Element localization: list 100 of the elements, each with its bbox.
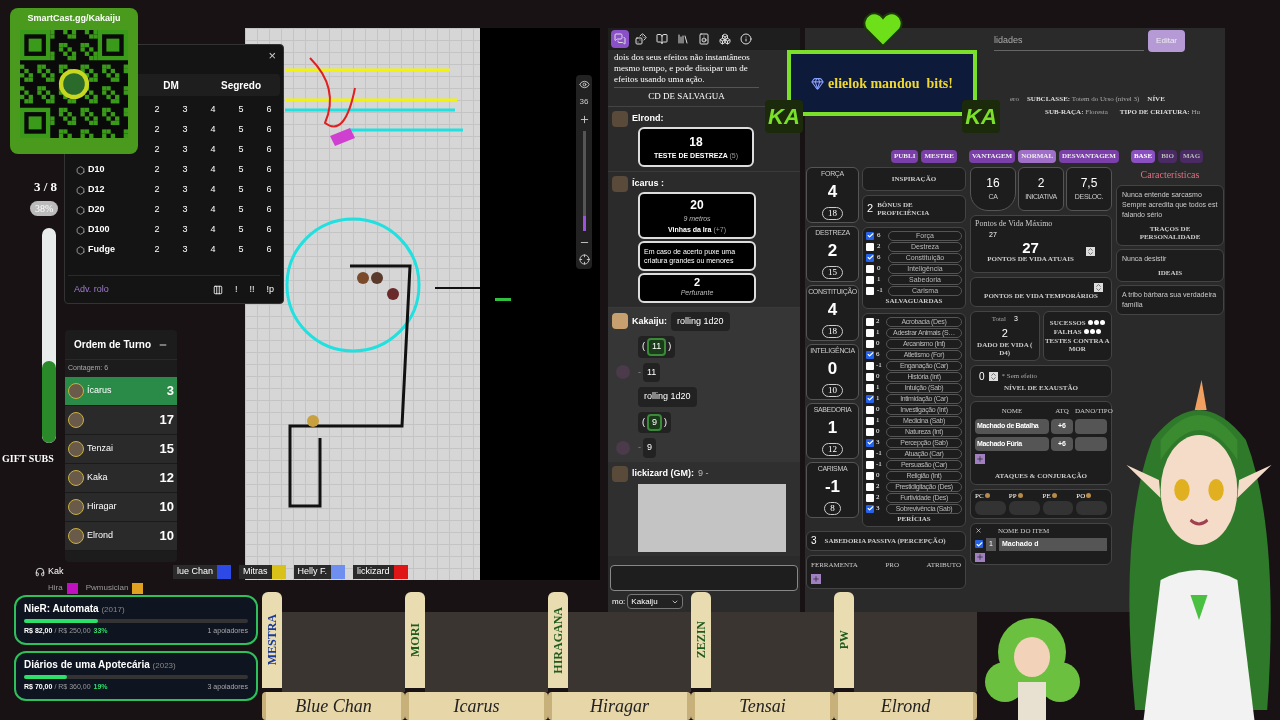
speak-as-select[interactable]: Kakaiju (627, 594, 684, 609)
dice-count-button[interactable]: 4 (199, 223, 227, 237)
dice-count-button[interactable]: 2 (143, 183, 171, 197)
turn-entry[interactable]: Elrond 10 (65, 521, 177, 551)
spinner-icon[interactable] (1085, 247, 1095, 256)
dice-count-button[interactable]: 2 (143, 243, 171, 257)
dice-count-button[interactable]: 4 (199, 183, 227, 197)
dice-count-button[interactable]: 6 (255, 163, 283, 177)
crosshair-icon[interactable] (578, 254, 590, 265)
damage-total: 2 (693, 277, 701, 288)
checkbox[interactable] (866, 383, 874, 392)
dice-count-button[interactable]: 2 (143, 103, 171, 117)
roll-command: rolling 1d20 (671, 311, 730, 331)
dice-count-button[interactable]: 3 (171, 103, 199, 117)
dice-count-button[interactable]: 3 (171, 243, 199, 257)
turn-entry[interactable]: Ícarus 3 (65, 376, 177, 406)
checkbox[interactable] (866, 449, 874, 458)
dice-count-button[interactable]: 6 (255, 183, 283, 197)
dice-count-button[interactable]: 4 (199, 163, 227, 177)
modifier-button[interactable]: !! (249, 282, 255, 297)
checkbox[interactable] (866, 231, 874, 240)
checkbox[interactable] (866, 504, 874, 513)
dice-count-button[interactable]: 6 (255, 103, 283, 117)
dice-count-button[interactable]: 5 (227, 223, 255, 237)
modifier-button[interactable]: ! (234, 282, 238, 297)
checkbox[interactable] (866, 242, 874, 251)
checkbox[interactable] (866, 275, 874, 284)
dice-count-button[interactable]: 5 (227, 243, 255, 257)
dice-count-button[interactable]: 6 (255, 123, 283, 137)
dice-count-button[interactable]: 5 (227, 123, 255, 137)
checkbox[interactable] (866, 405, 874, 414)
checkbox[interactable] (866, 350, 874, 359)
dice-count-button[interactable]: 5 (227, 103, 255, 117)
checkbox[interactable] (975, 540, 983, 549)
checkbox[interactable] (866, 471, 874, 480)
checkbox[interactable] (866, 427, 874, 436)
coin-icon (1017, 493, 1023, 498)
checkbox[interactable] (866, 328, 874, 337)
sidebar-tab[interactable] (632, 30, 650, 48)
checkbox[interactable] (866, 482, 874, 491)
checkbox[interactable] (866, 438, 874, 447)
checkbox[interactable] (866, 493, 874, 502)
dice-count-button[interactable]: 5 (227, 203, 255, 217)
modifier-button[interactable]: !p (266, 282, 274, 297)
dice-count-button[interactable]: 6 (255, 223, 283, 237)
dice-count-button[interactable]: 4 (199, 103, 227, 117)
close-button[interactable]: × (268, 49, 276, 62)
turn-entry[interactable]: Kaka 12 (65, 463, 177, 493)
checkbox[interactable] (866, 286, 874, 295)
checkbox[interactable] (866, 339, 874, 348)
dice-count-button[interactable]: 6 (255, 203, 283, 217)
dice-count-button[interactable]: 3 (171, 123, 199, 137)
dice-count-button[interactable]: 4 (199, 203, 227, 217)
save-dc-label: CD DE SALVAGUA (614, 87, 759, 106)
avatar-icon (68, 527, 84, 544)
checkbox[interactable] (866, 372, 874, 381)
dice-count-button[interactable]: 6 (255, 243, 283, 257)
dice-count-button[interactable]: 4 (199, 143, 227, 157)
dice-count-button[interactable]: 3 (171, 183, 199, 197)
checkbox[interactable] (866, 253, 874, 262)
checkbox[interactable] (866, 460, 874, 469)
turn-name: Tenzai (87, 441, 113, 455)
dice-count-button[interactable]: 3 (171, 223, 199, 237)
checkbox[interactable] (866, 264, 874, 273)
dice-count-button[interactable]: 5 (227, 163, 255, 177)
turn-entry[interactable]: Tenzai 15 (65, 434, 177, 464)
turn-entry[interactable]: 17 (65, 405, 177, 435)
dice-count-button[interactable]: 6 (255, 143, 283, 157)
dice-count-button[interactable]: 4 (199, 243, 227, 257)
dice-count-button[interactable]: 3 (171, 203, 199, 217)
dice-count-button[interactable]: 2 (143, 163, 171, 177)
damage-field[interactable] (1075, 419, 1107, 434)
die-result: 9 (647, 413, 662, 431)
dice-count-button[interactable]: 5 (227, 143, 255, 157)
eye-icon[interactable] (578, 79, 590, 90)
checkbox[interactable] (866, 317, 874, 326)
sidebar-tab[interactable] (737, 30, 755, 48)
dice-count-button[interactable]: 3 (171, 163, 199, 177)
dice-count-button[interactable]: 2 (143, 223, 171, 237)
checkbox[interactable] (866, 361, 874, 370)
close-icon[interactable] (975, 527, 982, 535)
search-field[interactable]: lidades (994, 31, 1145, 51)
dice-count-button[interactable]: 2 (143, 203, 171, 217)
turn-entry[interactable]: Hiragar 10 (65, 492, 177, 522)
zoom-in-icon[interactable] (578, 114, 590, 125)
sidebar-tab[interactable] (611, 30, 629, 48)
columns-icon[interactable] (212, 284, 223, 295)
add-button[interactable] (975, 552, 985, 562)
dice-count-button[interactable]: 2 (143, 123, 171, 137)
dice-count-button[interactable]: 5 (227, 183, 255, 197)
damage-field[interactable] (1075, 436, 1107, 451)
turn-initiative: 15 (159, 439, 174, 458)
spinner-icon[interactable] (988, 372, 998, 381)
chat-input[interactable] (610, 565, 798, 591)
dice-count-button[interactable]: 2 (143, 143, 171, 157)
checkbox[interactable] (866, 416, 874, 425)
dice-count-button[interactable]: 4 (199, 123, 227, 137)
checkbox[interactable] (866, 394, 874, 403)
zoom-slider-track[interactable] (582, 131, 586, 231)
dice-count-button[interactable]: 3 (171, 143, 199, 157)
